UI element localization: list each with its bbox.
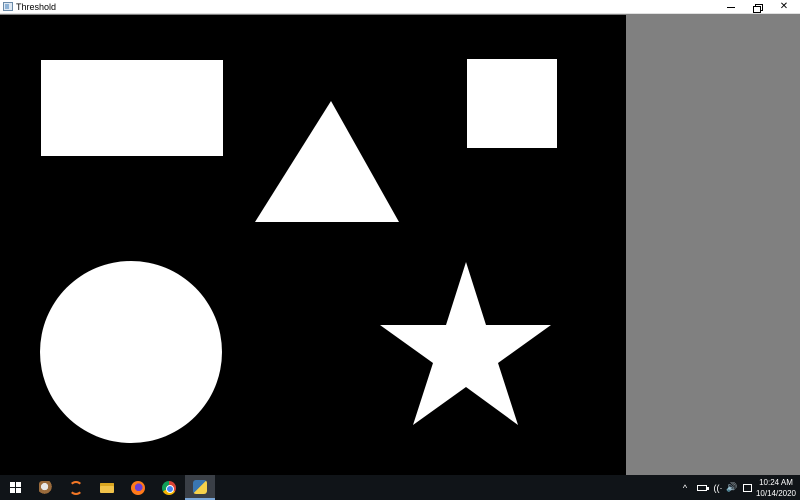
- taskbar-jupyter[interactable]: [61, 475, 91, 500]
- close-icon: ✕: [779, 1, 789, 12]
- app-icon: [3, 2, 13, 11]
- threshold-image: [0, 15, 626, 475]
- clock-time: 10:24 AM: [759, 478, 793, 487]
- chrome-icon: [162, 480, 176, 495]
- notification-icon: [742, 483, 752, 492]
- battery-icon: [697, 484, 709, 491]
- shape-rectangle: [41, 60, 223, 156]
- wifi-icon: ((·: [713, 482, 723, 493]
- taskbar-file-explorer[interactable]: [92, 475, 122, 500]
- clock-date: 10/14/2020: [755, 489, 797, 498]
- windows-logo-icon: [9, 482, 21, 493]
- jupyter-icon: [69, 480, 83, 495]
- volume-control[interactable]: 🔊: [725, 475, 739, 500]
- paint-icon: [39, 480, 53, 495]
- volume-icon: 🔊: [726, 482, 738, 492]
- taskbar-chrome[interactable]: [154, 475, 184, 500]
- network-status[interactable]: ((·: [711, 475, 725, 500]
- taskbar-clock[interactable]: 10:24 AM 10/14/2020: [752, 477, 800, 499]
- shape-triangle: [255, 101, 399, 222]
- taskbar-firefox[interactable]: [123, 475, 153, 500]
- taskbar: ^ ((· 🔊 10:24 AM 10/14/2020: [0, 475, 800, 500]
- minimize-icon: [727, 6, 735, 8]
- folder-icon: [100, 482, 114, 493]
- title-bar[interactable]: Threshold ✕: [0, 0, 800, 14]
- taskbar-python[interactable]: [185, 475, 215, 500]
- restore-button[interactable]: [743, 0, 771, 14]
- shapes-canvas: [40, 59, 557, 443]
- firefox-icon: [131, 480, 145, 495]
- close-button[interactable]: ✕: [770, 0, 798, 14]
- chevron-up-icon: ^: [682, 482, 688, 493]
- window-title: Threshold: [16, 2, 57, 12]
- battery-status[interactable]: [694, 475, 710, 500]
- taskbar-paint[interactable]: [31, 475, 61, 500]
- shape-star: [380, 262, 551, 425]
- window-background-area: [626, 15, 800, 475]
- start-button[interactable]: [0, 475, 30, 500]
- threshold-window: Threshold ✕: [0, 0, 800, 475]
- shape-circle: [40, 261, 222, 443]
- restore-icon: [753, 3, 763, 13]
- minimize-button[interactable]: [717, 0, 745, 14]
- python-icon: [193, 479, 207, 494]
- shape-square: [467, 59, 557, 148]
- show-hidden-icons-button[interactable]: ^: [678, 475, 692, 500]
